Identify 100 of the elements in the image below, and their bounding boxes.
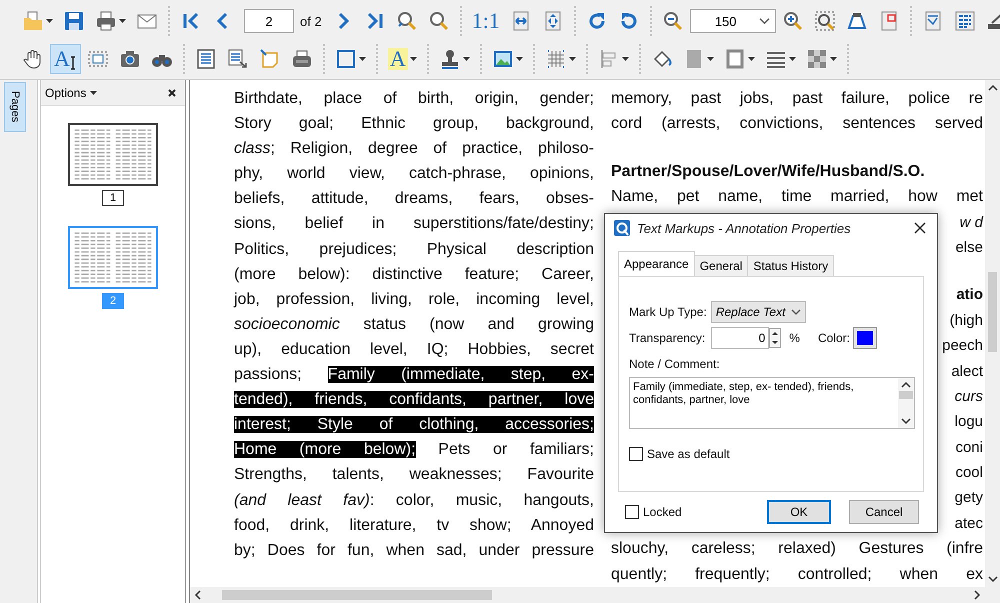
- chevron-up-icon: [988, 84, 998, 92]
- section-heading: Partner/Spouse/Lover/Wife/Husband/S.O.: [611, 162, 926, 182]
- text-fragment: coni: [955, 438, 983, 458]
- scrollbar-thumb[interactable]: [222, 590, 492, 600]
- chevron-left-icon: [194, 590, 202, 600]
- tab[interactable]: Status History: [747, 254, 834, 276]
- chevron-up-icon: [901, 380, 911, 389]
- close-icon: [914, 222, 926, 234]
- folder-icon: [22, 10, 44, 32]
- field-label: Color:: [818, 330, 850, 345]
- text-fragment: alect: [951, 362, 983, 382]
- border-icon: [724, 48, 746, 70]
- app-logo-icon: [613, 219, 631, 238]
- caret-icon: [788, 57, 796, 61]
- caret-icon: [706, 57, 714, 61]
- page-thumbnail[interactable]: [68, 226, 158, 289]
- caret-icon: [568, 57, 576, 61]
- caret-icon: [622, 57, 629, 61]
- checkbox-label: Save as default: [647, 446, 730, 461]
- text-line: Name, pet name, time married, how met: [611, 187, 983, 208]
- horizontal-scrollbar[interactable]: [190, 587, 985, 603]
- tab[interactable]: General: [694, 254, 748, 276]
- search-icon: [396, 10, 418, 32]
- tab[interactable]: Appearance: [618, 250, 695, 276]
- markup-type-dropdown[interactable]: Replace Text: [710, 300, 806, 323]
- toolbar-button[interactable]: A: [50, 44, 81, 74]
- zoom-in-icon: [782, 10, 804, 32]
- page-number-label: 2: [102, 293, 124, 309]
- body-paragraph: Birthdate, place of birth, origin, gender; Story goal; Ethnic group, background, class; Religion, degree of practice, philoso- phy, world view, catch-phrase, opinions, beliefs, attitude, dreams, fears, obses- sions, belief in superstitions/fate/destiny; Politics, prejudices; Physical description (more below): distinctive feature; Career, job, profession, living, role, incoming level, socioeconomic status (now and growing up), education level, IQ; Hobbies, secret passions; Family (immediate, step, ex- tended), friends, confidants, partner, love interest; Style of clothing, accessories; Home (more below); Pets or familiars; Strengths, talents, weaknesses; Favourite (and least fav): color, music, hangouts, food, drink, literature, tv show; Annoyed by; Does for fun, when sad, under pressure: [234, 89, 594, 561]
- vertical-scrollbar[interactable]: [898, 378, 914, 428]
- chevron-right-icon: [973, 590, 981, 600]
- document-icon: [194, 48, 217, 70]
- caret-icon: [830, 57, 837, 61]
- scrollbar-thumb[interactable]: [988, 272, 997, 352]
- checkbox[interactable]: [629, 446, 643, 461]
- text-fragment: atio: [956, 285, 983, 306]
- sticky-note-icon: [258, 48, 281, 70]
- field-label: Note / Comment:: [629, 356, 721, 371]
- text-line: memory, past jobs, past failure, police re: [611, 89, 983, 109]
- page-count: of 2: [300, 14, 322, 28]
- pages-tab[interactable]: Pages: [4, 82, 26, 132]
- rectangle-icon: [334, 48, 357, 70]
- text-fragment: cool: [955, 463, 983, 484]
- checkbox[interactable]: [625, 505, 639, 520]
- options-menu[interactable]: Options: [43, 84, 100, 102]
- zoom-out-icon: [662, 10, 684, 32]
- inkwell-icon: [846, 10, 868, 32]
- text-line: cord (arrests, convictions, sentences served: [611, 114, 983, 134]
- caret-icon: [358, 57, 366, 61]
- text-fragment: peech: [942, 336, 983, 356]
- text-fragment: logu: [954, 412, 983, 432]
- caret-icon: [46, 19, 53, 23]
- marquee-zoom-icon: [814, 10, 836, 32]
- caret-icon: [748, 57, 755, 61]
- text-fragment: atec: [954, 514, 983, 534]
- caret-icon: [410, 57, 417, 61]
- vertical-scrollbar[interactable]: [985, 80, 1000, 587]
- color-swatch[interactable]: [854, 328, 876, 348]
- document-arrow-icon: [226, 48, 249, 70]
- comment-field[interactable]: Family (immediate, step, ex- tended), friends, confidants, partner, love: [629, 376, 915, 429]
- text-fragment: (high: [950, 310, 983, 331]
- scrollbar-thumb[interactable]: [899, 390, 913, 399]
- unit-label: %: [789, 330, 800, 345]
- text-cursor-icon: [68, 56, 77, 70]
- caret-icon: [119, 19, 126, 23]
- checker-pattern-icon: [806, 48, 828, 70]
- caret-icon: [462, 57, 470, 61]
- image-icon: [492, 48, 514, 70]
- chevron-down-icon: [758, 17, 770, 25]
- field-label: Transparency:: [629, 330, 706, 345]
- text-fragment: w d: [960, 212, 983, 233]
- page-number-field[interactable]: 2: [244, 9, 294, 33]
- dialog-button[interactable]: Cancel: [849, 500, 919, 524]
- caret-icon: [90, 90, 98, 94]
- page-number-label: 1: [102, 190, 124, 206]
- text-fragment: else: [955, 238, 983, 258]
- checkbox-label: Locked: [643, 505, 682, 520]
- zoom-dropdown[interactable]: 150: [690, 9, 776, 33]
- text-fragment: curs: [954, 386, 983, 407]
- save-icon: [63, 10, 85, 32]
- toolbar-button[interactable]: A: [384, 44, 421, 74]
- field-label: Mark Up Type:: [629, 304, 707, 319]
- camera-icon: [118, 48, 141, 70]
- caret-icon: [516, 57, 523, 61]
- dialog-button[interactable]: OK: [767, 500, 831, 524]
- dialog-title: Text Markups - Annotation Properties: [637, 220, 852, 236]
- chevron-down-icon: [988, 575, 998, 583]
- spin-buttons-icon: [769, 328, 782, 348]
- toolbar-button[interactable]: 1:1: [468, 6, 504, 36]
- close-icon: [167, 88, 177, 98]
- text-fragment: gety: [954, 488, 983, 508]
- chevron-down-icon: [791, 308, 802, 316]
- page-thumbnail[interactable]: [68, 123, 158, 186]
- chevron-down-icon: [901, 416, 911, 425]
- text-line: slouchy, careless; relaxed) Gestures (infre: [611, 539, 983, 560]
- transparency-field[interactable]: 0: [711, 326, 770, 349]
- search-icon: [428, 10, 450, 32]
- page-icon: [954, 10, 976, 32]
- typewriter-icon: [290, 48, 313, 70]
- printer-icon: [95, 10, 117, 32]
